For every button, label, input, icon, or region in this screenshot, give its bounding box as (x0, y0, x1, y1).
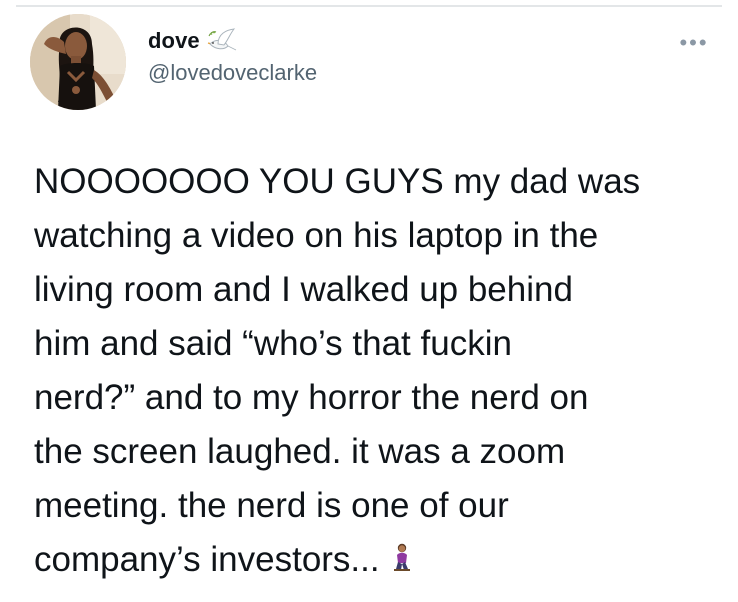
dove-icon (206, 26, 240, 56)
avatar[interactable] (30, 14, 126, 110)
tweet-body: NOOOOOOO YOU GUYS my dad was watching a … (34, 155, 724, 587)
tweet-card: dove @lovedoveclarke ••• NOOOOOOO YOU GU… (0, 0, 738, 602)
tweet-text: NOOOOOOO YOU GUYS my dad was watching a … (34, 162, 641, 579)
display-name[interactable]: dove (148, 28, 200, 54)
person-kneeling-icon (392, 535, 412, 571)
user-handle[interactable]: @lovedoveclarke (148, 60, 317, 86)
avatar-photo (30, 14, 126, 110)
display-name-row: dove (148, 26, 317, 56)
user-info: dove @lovedoveclarke (148, 26, 317, 86)
more-options-button[interactable]: ••• (676, 32, 712, 54)
